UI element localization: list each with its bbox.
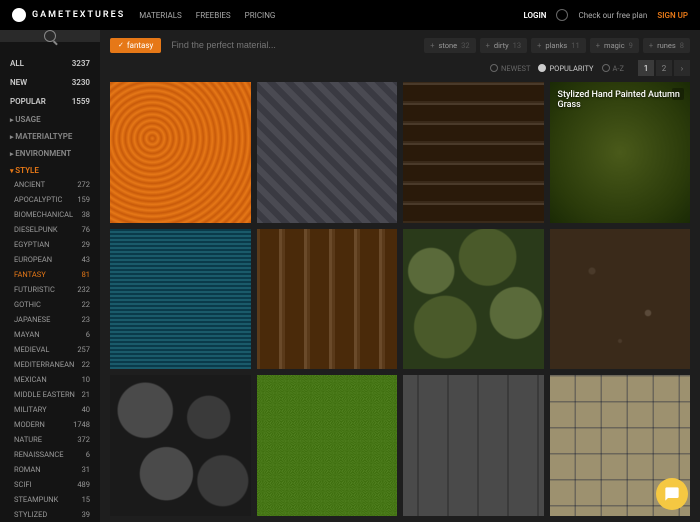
- chat-widget[interactable]: [656, 478, 688, 510]
- texture-tile[interactable]: [550, 229, 691, 370]
- nav-pricing[interactable]: PRICING: [245, 11, 276, 20]
- sidebar-search[interactable]: [0, 30, 100, 42]
- style-middle-eastern[interactable]: MIDDLE EASTERN21: [0, 387, 100, 402]
- chip-runes[interactable]: runes8: [643, 38, 690, 53]
- page-next[interactable]: ›: [674, 60, 690, 76]
- cat-new[interactable]: NEW3230: [0, 75, 100, 90]
- texture-tile-hover[interactable]: Stylized Hand Painted Autumn Grass: [550, 82, 691, 223]
- style-steampunk[interactable]: STEAMPUNK15: [0, 492, 100, 507]
- filter-bar: fantasy stone32 dirty13 planks11 magic9 rune…: [110, 36, 690, 54]
- suggestion-chips: stone32 dirty13 planks11 magic9 runes8: [424, 38, 690, 53]
- texture-title: Stylized Hand Painted Autumn Grass: [558, 90, 683, 110]
- style-european[interactable]: EUROPEAN43: [0, 252, 100, 267]
- sect-environment[interactable]: ENVIRONMENT: [0, 143, 100, 160]
- sort-popularity[interactable]: POPULARITY: [538, 64, 593, 73]
- style-roman[interactable]: ROMAN31: [0, 462, 100, 477]
- texture-tile[interactable]: [257, 82, 398, 223]
- sort-az[interactable]: A-Z: [602, 64, 624, 73]
- user-icon[interactable]: [556, 9, 568, 21]
- style-mayan[interactable]: MAYAN6: [0, 327, 100, 342]
- sect-style[interactable]: STYLE: [0, 160, 100, 177]
- signup-link[interactable]: SIGN UP: [657, 11, 688, 20]
- style-nature[interactable]: NATURE372: [0, 432, 100, 447]
- logo[interactable]: GAMETEXTURES: [12, 8, 125, 22]
- texture-tile[interactable]: [257, 229, 398, 370]
- texture-tile[interactable]: [403, 82, 544, 223]
- style-biomechanical[interactable]: BIOMECHANICAL38: [0, 207, 100, 222]
- style-medieval[interactable]: MEDIEVAL257: [0, 342, 100, 357]
- active-tag[interactable]: fantasy: [110, 38, 161, 53]
- page-2[interactable]: 2: [656, 60, 672, 76]
- style-ancient[interactable]: ANCIENT272: [0, 177, 100, 192]
- sort-bar: NEWEST POPULARITY A-Z 1 2 ›: [110, 60, 690, 76]
- chip-dirty[interactable]: dirty13: [480, 38, 527, 53]
- style-scifi[interactable]: SCIFI489: [0, 477, 100, 492]
- texture-tile[interactable]: [403, 375, 544, 516]
- texture-tile[interactable]: [110, 82, 251, 223]
- cat-popular[interactable]: POPULAR1559: [0, 94, 100, 109]
- style-futuristic[interactable]: FUTURISTIC232: [0, 282, 100, 297]
- nav-materials[interactable]: MATERIALS: [139, 11, 182, 20]
- login-link[interactable]: LOGIN: [523, 11, 546, 20]
- style-japanese[interactable]: JAPANESE23: [0, 312, 100, 327]
- top-nav: GAMETEXTURES MATERIALS FREEBIES PRICING …: [0, 0, 700, 30]
- style-dieselpunk[interactable]: DIESELPUNK76: [0, 222, 100, 237]
- style-mexican[interactable]: MEXICAN10: [0, 372, 100, 387]
- brand-text: GAMETEXTURES: [32, 10, 125, 20]
- chip-magic[interactable]: magic9: [590, 38, 639, 53]
- chat-icon: [664, 486, 680, 502]
- style-stylized[interactable]: STYLIZED39: [0, 507, 100, 522]
- style-mediterranean[interactable]: MEDITERRANEAN22: [0, 357, 100, 372]
- pagination: 1 2 ›: [638, 60, 690, 76]
- style-military[interactable]: MILITARY40: [0, 402, 100, 417]
- texture-tile[interactable]: [403, 229, 544, 370]
- main-layout: ALL3237 NEW3230 POPULAR1559 USAGE MATERI…: [0, 30, 700, 522]
- page-1[interactable]: 1: [638, 60, 654, 76]
- style-gothic[interactable]: GOTHIC22: [0, 297, 100, 312]
- texture-tile[interactable]: [110, 229, 251, 370]
- nav-freebies[interactable]: FREEBIES: [196, 11, 231, 20]
- free-plan-link[interactable]: Check our free plan: [578, 11, 647, 20]
- style-egyptian[interactable]: EGYPTIAN29: [0, 237, 100, 252]
- content-area: fantasy stone32 dirty13 planks11 magic9 rune…: [100, 30, 700, 522]
- chip-planks[interactable]: planks11: [531, 38, 586, 53]
- style-fantasy[interactable]: FANTASY81: [0, 267, 100, 282]
- search-icon: [44, 30, 56, 42]
- sidebar: ALL3237 NEW3230 POPULAR1559 USAGE MATERI…: [0, 30, 100, 522]
- texture-tile[interactable]: [110, 375, 251, 516]
- style-renaissance[interactable]: RENAISSANCE6: [0, 447, 100, 462]
- sect-materialtype[interactable]: MATERIALTYPE: [0, 126, 100, 143]
- chip-stone[interactable]: stone32: [424, 38, 475, 53]
- search-input[interactable]: [167, 36, 418, 54]
- style-apocalyptic[interactable]: APOCALYPTIC159: [0, 192, 100, 207]
- nav-links: MATERIALS FREEBIES PRICING: [139, 11, 275, 20]
- sort-newest[interactable]: NEWEST: [490, 64, 530, 73]
- logo-icon: [12, 8, 26, 22]
- texture-tile[interactable]: [257, 375, 398, 516]
- cat-all[interactable]: ALL3237: [0, 56, 100, 71]
- sect-usage[interactable]: USAGE: [0, 109, 100, 126]
- topbar-right: LOGIN Check our free plan SIGN UP: [523, 9, 688, 21]
- style-modern[interactable]: MODERN1748: [0, 417, 100, 432]
- texture-grid: Stylized Hand Painted Autumn Grass: [110, 82, 690, 516]
